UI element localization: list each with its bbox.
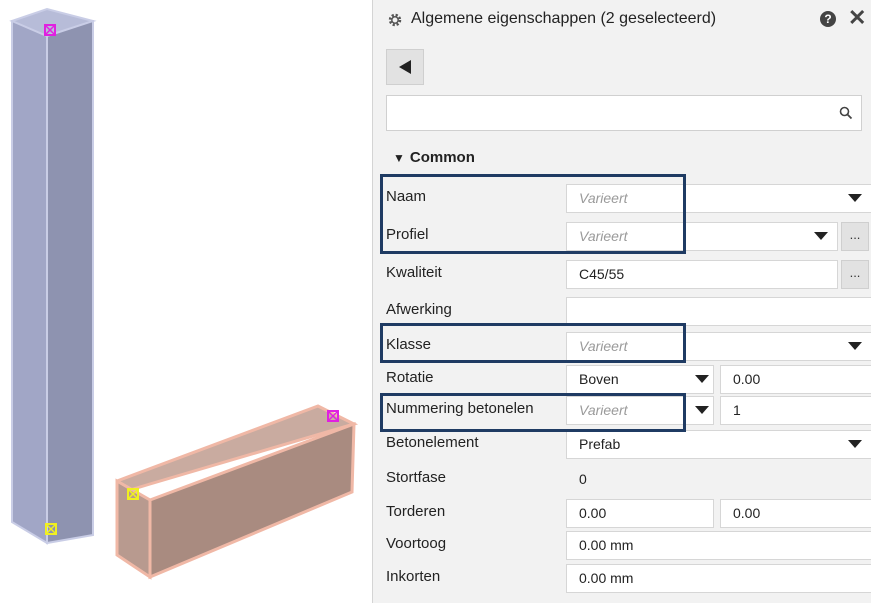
chevron-down-icon[interactable] (695, 406, 709, 414)
property-label: Rotatie (386, 369, 434, 386)
rotatie-offset-field[interactable]: 0.00 (720, 365, 871, 394)
property-label: Betonelement (386, 434, 479, 451)
voortoog-field[interactable]: 0.00 mm (566, 531, 871, 560)
property-label: Afwerking (386, 301, 452, 318)
chevron-down-icon[interactable] (695, 375, 709, 383)
nummering-dropdown[interactable]: Varieert (566, 396, 714, 425)
model-viewport[interactable] (0, 0, 372, 603)
field-value: Varieert (579, 190, 628, 206)
profiel-browse-button[interactable]: ... (841, 222, 869, 251)
properties-panel: Algemene eigenschappen (2 geselecteerd) … (372, 0, 871, 603)
kwaliteit-field[interactable]: C45/55 (566, 260, 838, 289)
property-label: Stortfase (386, 469, 447, 486)
naam-dropdown[interactable]: Varieert (566, 184, 871, 213)
property-row-kwaliteit: Kwaliteit C45/55 ... (386, 259, 871, 289)
group-label: Common (409, 149, 475, 166)
betonelement-dropdown[interactable]: Prefab (566, 430, 871, 459)
model-canvas[interactable] (0, 0, 372, 603)
rotatie-dropdown[interactable]: Boven (566, 365, 714, 394)
chevron-down-icon[interactable] (814, 232, 828, 240)
property-row-inkorten: Inkorten 0.00 mm (386, 563, 871, 593)
property-row-klasse: Klasse Varieert (386, 331, 871, 361)
group-header-common[interactable]: ▼ Common (393, 149, 475, 166)
gear-icon (388, 13, 402, 27)
field-value: Varieert (579, 228, 628, 244)
property-label: Naam (386, 188, 427, 205)
field-value: Varieert (579, 338, 628, 354)
collapse-arrow-icon[interactable]: ▼ (393, 151, 405, 165)
torderen-end-field[interactable]: 0.00 (720, 499, 871, 528)
property-label: Klasse (386, 336, 432, 353)
close-icon[interactable]: ✕ (848, 6, 866, 30)
stortfase-value: 0 (566, 465, 871, 494)
property-row-stortfase: Stortfase 0 (386, 464, 871, 494)
back-arrow-icon (399, 60, 411, 74)
property-row-afwerking: Afwerking (386, 296, 871, 326)
kwaliteit-browse-button[interactable]: ... (841, 260, 869, 289)
column-object[interactable] (9, 7, 97, 545)
chevron-down-icon[interactable] (848, 194, 862, 202)
chevron-down-icon[interactable] (848, 342, 862, 350)
property-label: Inkorten (386, 568, 441, 585)
panel-title: Algemene eigenschappen (2 geselecteerd) (411, 10, 717, 27)
nummering-start-field[interactable]: 1 (720, 396, 871, 425)
property-row-nummering: Nummering betonelen Varieert 1 (386, 395, 871, 425)
property-row-betonelement: Betonelement Prefab (386, 429, 871, 459)
afwerking-field[interactable] (566, 297, 871, 326)
search-input[interactable] (386, 95, 862, 131)
klasse-dropdown[interactable]: Varieert (566, 332, 871, 361)
property-label: Nummering betonelen (386, 400, 534, 417)
help-icon[interactable]: ? (820, 11, 836, 27)
property-label: Voortoog (386, 535, 447, 552)
search-icon[interactable] (839, 106, 853, 120)
property-label: Kwaliteit (386, 264, 442, 281)
property-label: Profiel (386, 226, 429, 243)
panel-titlebar: Algemene eigenschappen (2 geselecteerd) … (373, 0, 871, 44)
field-value: Varieert (579, 402, 628, 418)
beam-object[interactable] (115, 404, 359, 580)
property-row-naam: Naam Varieert (386, 183, 871, 213)
property-row-torderen: Torderen 0.00 0.00 (386, 498, 871, 528)
property-row-profiel: Profiel Varieert ... (386, 221, 871, 251)
back-button[interactable] (386, 49, 424, 85)
property-row-rotatie: Rotatie Boven 0.00 (386, 364, 871, 394)
inkorten-field[interactable]: 0.00 mm (566, 564, 871, 593)
chevron-down-icon[interactable] (848, 440, 862, 448)
torderen-start-field[interactable]: 0.00 (566, 499, 714, 528)
property-row-voortoog: Voortoog 0.00 mm (386, 530, 871, 560)
profiel-dropdown[interactable]: Varieert (566, 222, 838, 251)
property-label: Torderen (386, 503, 446, 520)
